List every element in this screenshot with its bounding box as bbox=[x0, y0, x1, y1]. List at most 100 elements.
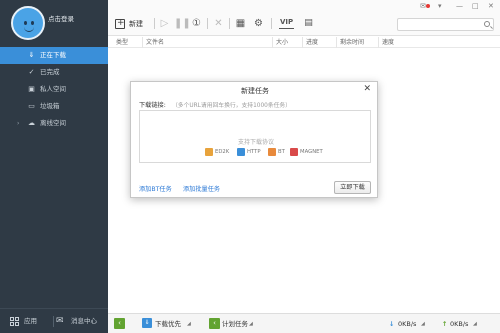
menu-icon[interactable]: ▾ bbox=[438, 2, 442, 10]
new-task-label: 新建 bbox=[129, 20, 143, 28]
divider bbox=[154, 18, 155, 29]
protocol-label: MAGNET bbox=[300, 149, 323, 155]
sidebar-footer: 应用 ✉ 消息中心 bbox=[0, 308, 108, 333]
sidebar-item-label: 离线空间 bbox=[40, 119, 66, 127]
minimize-icon[interactable]: — bbox=[456, 2, 463, 10]
message-center-button[interactable]: ✉ 消息中心 bbox=[56, 315, 97, 327]
column-filename[interactable]: 文件名 bbox=[142, 37, 272, 48]
toolbar: 新建 ▷ ❚❚ ① ✕ ▦ ⚙ VIP ▤ ✉ ▾ — □ ✕ bbox=[108, 0, 500, 36]
new-task-dialog: 新建任务 ✕ 下载链接: （多个URL请用回车换行，支持1000条任务） 支持下… bbox=[130, 81, 378, 198]
vip-button[interactable]: VIP bbox=[279, 17, 295, 29]
avatar-eye bbox=[31, 21, 34, 25]
column-remaining-time[interactable]: 剩余时间 bbox=[336, 37, 378, 48]
link-hint: （多个URL请用回车换行，支持1000条任务） bbox=[172, 103, 292, 109]
message-center-label: 消息中心 bbox=[71, 317, 97, 325]
download-speed: 0KB/s bbox=[398, 320, 417, 328]
back-icon[interactable]: ‹ bbox=[114, 318, 125, 329]
new-task-button[interactable]: 新建 bbox=[115, 17, 151, 30]
plus-icon bbox=[115, 17, 125, 29]
schedule-task-button[interactable]: 计划任务 bbox=[222, 318, 248, 330]
limit-speed-icon[interactable]: ① bbox=[190, 17, 203, 30]
protocol-label: BT bbox=[278, 149, 285, 155]
divider bbox=[53, 316, 54, 327]
chevron-right-icon[interactable]: › bbox=[17, 115, 19, 132]
grid-icon bbox=[10, 317, 19, 326]
login-link[interactable]: 点击登录 bbox=[48, 13, 74, 23]
protocol-magnet: MAGNET bbox=[290, 148, 323, 157]
cloud-icon: ☁ bbox=[28, 119, 35, 127]
supported-protocols-label: 支持下载协议 bbox=[237, 139, 274, 146]
protocol-http: HTTP bbox=[237, 148, 261, 157]
status-bar: ‹ ⇓ 下载优先 ◢ ‹ 计划任务 ◢ ↓ 0KB/s ◢ ↑ 0KB/s ◢ bbox=[108, 313, 500, 333]
sidebar-item-completed[interactable]: ✓ 已完成 bbox=[0, 64, 108, 81]
task-list-header: 类型 文件名 大小 进度 剩余时间 速度 bbox=[108, 37, 500, 48]
column-progress[interactable]: 进度 bbox=[302, 37, 336, 48]
avatar[interactable] bbox=[11, 6, 45, 40]
avatar-mouth bbox=[24, 27, 34, 32]
search-icon[interactable] bbox=[484, 21, 490, 27]
avatar-eye bbox=[24, 21, 27, 25]
grid-view-icon[interactable]: ▦ bbox=[234, 17, 247, 30]
link-label: 下载链接: bbox=[139, 102, 166, 109]
sidebar-item-label: 垃圾箱 bbox=[40, 102, 60, 110]
protocol-ed2k: ED2K bbox=[205, 148, 229, 157]
message-icon: ✉ bbox=[56, 316, 64, 326]
settings-icon[interactable]: ⚙ bbox=[252, 17, 265, 30]
dropdown-icon[interactable]: ◢ bbox=[187, 318, 191, 330]
check-circle-icon: ✓ bbox=[28, 68, 35, 76]
dropdown-icon[interactable]: ◢ bbox=[473, 318, 477, 330]
bt-icon bbox=[268, 148, 276, 156]
divider bbox=[207, 18, 208, 29]
download-priority-icon: ⇓ bbox=[142, 318, 152, 328]
sidebar-item-trash[interactable]: ▭ 垃圾箱 bbox=[0, 98, 108, 115]
download-now-button[interactable]: 立即下载 bbox=[334, 181, 371, 194]
protocol-list: ED2K HTTP BT MAGNET bbox=[140, 148, 372, 158]
close-icon[interactable]: ✕ bbox=[488, 2, 494, 10]
add-batch-task-link[interactable]: 添加批量任务 bbox=[183, 184, 220, 193]
sidebar-nav: ⇓ 正在下载 ✓ 已完成 ▣ 私人空间 ▭ 垃圾箱 › ☁ 离线空间 bbox=[0, 47, 108, 132]
column-speed[interactable]: 速度 bbox=[378, 37, 500, 48]
sidebar-item-offline-space[interactable]: › ☁ 离线空间 bbox=[0, 115, 108, 132]
trash-icon: ▭ bbox=[28, 102, 35, 110]
magnet-icon bbox=[290, 148, 298, 156]
http-icon bbox=[237, 148, 245, 156]
sidebar: 点击登录 ⇓ 正在下载 ✓ 已完成 ▣ 私人空间 ▭ 垃圾箱 › ☁ 离线空间 bbox=[0, 0, 108, 333]
protocol-label: HTTP bbox=[247, 149, 261, 155]
pause-icon[interactable]: ❚❚ bbox=[174, 17, 191, 30]
download-speed-icon: ↓ bbox=[389, 320, 395, 328]
download-priority-button[interactable]: 下载优先 bbox=[155, 318, 181, 330]
sidebar-item-downloading[interactable]: ⇓ 正在下载 bbox=[0, 47, 108, 64]
lock-icon: ▣ bbox=[28, 85, 35, 93]
notification-dot bbox=[426, 4, 430, 8]
skin-icon[interactable]: ✉ bbox=[420, 2, 426, 10]
url-textarea[interactable]: 支持下载协议 ED2K HTTP BT MAGNET bbox=[139, 110, 371, 163]
ed2k-icon bbox=[205, 148, 213, 156]
column-type[interactable]: 类型 bbox=[108, 37, 142, 48]
protocol-label: ED2K bbox=[215, 149, 230, 155]
upload-speed: 0KB/s bbox=[450, 320, 469, 328]
column-size[interactable]: 大小 bbox=[272, 37, 302, 48]
download-icon: ⇓ bbox=[28, 51, 35, 59]
sidebar-item-private-space[interactable]: ▣ 私人空间 bbox=[0, 81, 108, 98]
divider bbox=[271, 18, 272, 29]
user-profile[interactable]: 点击登录 bbox=[0, 0, 108, 42]
sidebar-item-label: 正在下载 bbox=[40, 51, 66, 59]
dropdown-icon[interactable]: ◢ bbox=[249, 318, 253, 330]
apps-label: 应用 bbox=[24, 317, 37, 325]
storage-icon[interactable]: ▤ bbox=[302, 17, 315, 30]
divider bbox=[229, 18, 230, 29]
protocol-bt: BT bbox=[268, 148, 285, 157]
schedule-icon: ‹ bbox=[209, 318, 220, 329]
add-bt-task-link[interactable]: 添加BT任务 bbox=[139, 184, 172, 193]
apps-button[interactable]: 应用 bbox=[10, 315, 37, 327]
dialog-title: 新建任务 bbox=[241, 87, 269, 95]
delete-icon[interactable]: ✕ bbox=[212, 17, 225, 30]
sidebar-item-label: 私人空间 bbox=[40, 85, 66, 93]
play-icon[interactable]: ▷ bbox=[158, 17, 171, 30]
sidebar-item-label: 已完成 bbox=[40, 68, 60, 76]
close-icon[interactable]: ✕ bbox=[363, 84, 371, 94]
search-input[interactable] bbox=[397, 18, 494, 31]
maximize-icon[interactable]: □ bbox=[472, 2, 479, 10]
upload-speed-icon: ↑ bbox=[442, 320, 448, 328]
dropdown-icon[interactable]: ◢ bbox=[421, 318, 425, 330]
